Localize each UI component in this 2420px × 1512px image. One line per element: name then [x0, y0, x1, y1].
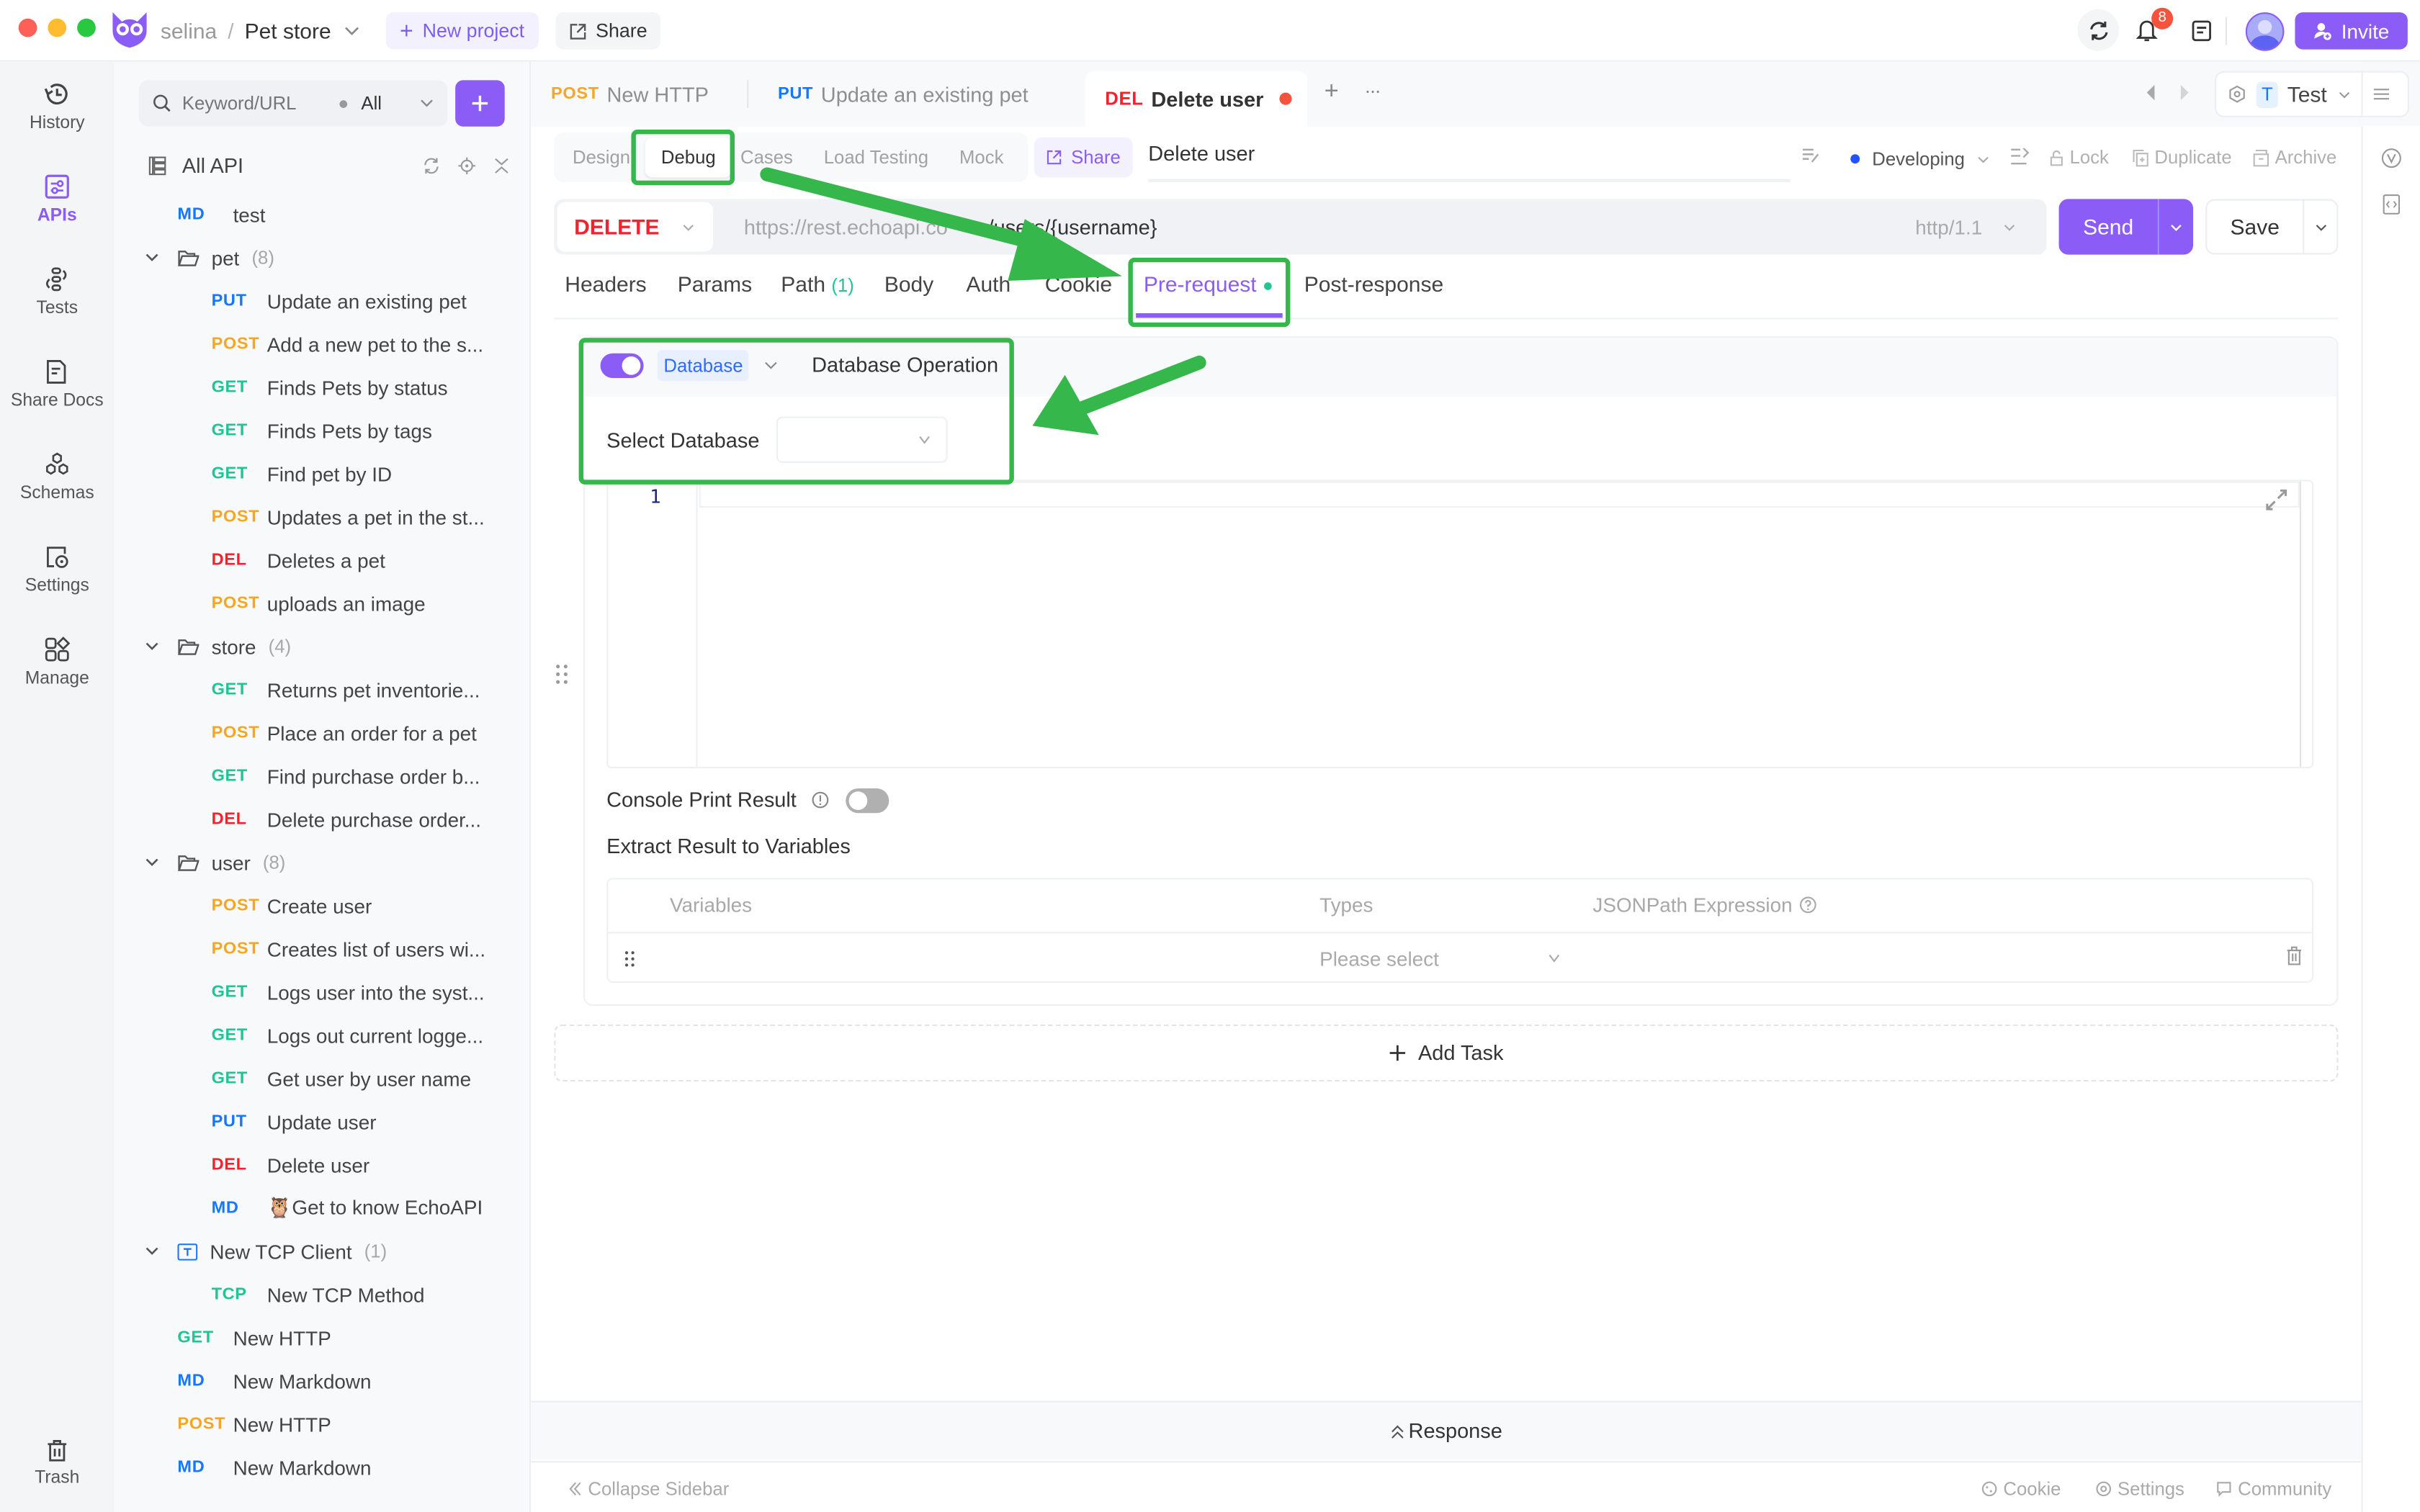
annotation-arrow-debug-to-pre-request	[760, 167, 1122, 281]
annotation-arrow-to-database-task	[1032, 355, 1206, 436]
annotation-arrows	[760, 167, 1206, 436]
